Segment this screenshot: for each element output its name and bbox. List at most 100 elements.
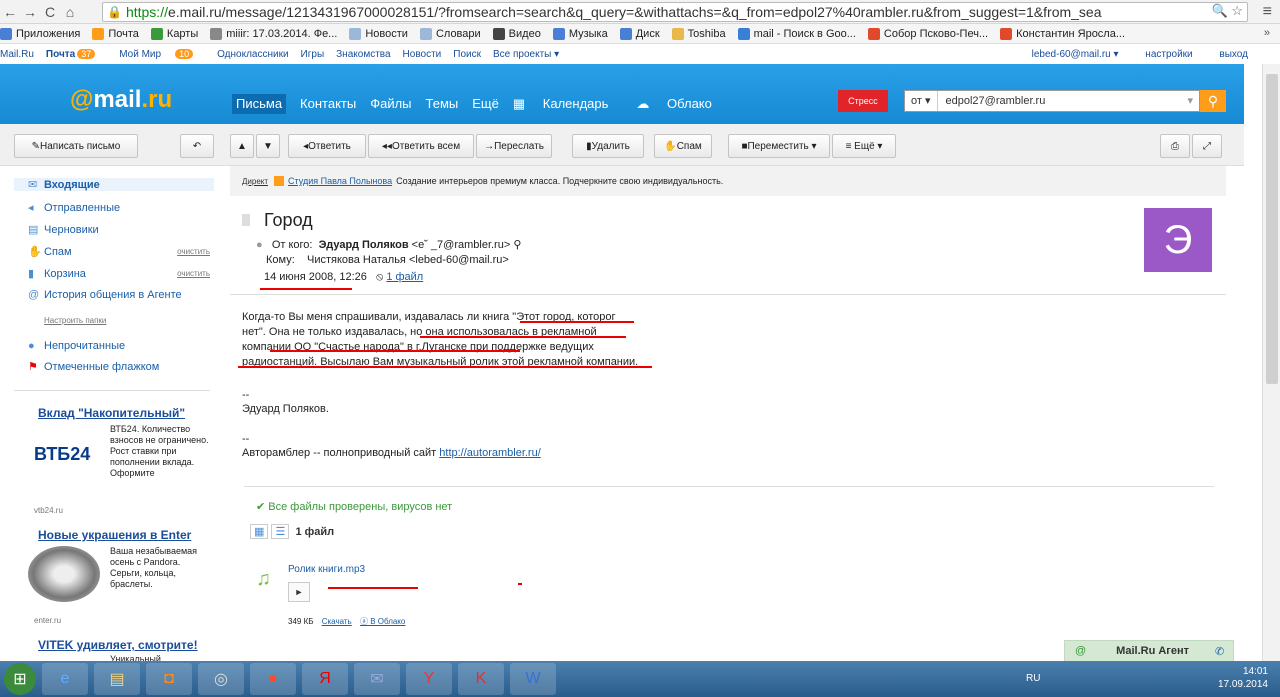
portal-pochta[interactable]: Почта 37: [46, 48, 107, 60]
reply-all-button[interactable]: ◂◂ Ответить всем: [368, 134, 474, 158]
clean-spam-link[interactable]: очистить: [177, 247, 210, 256]
bookmark-konstantin[interactable]: Константин Яросла...: [1000, 27, 1125, 40]
home-icon[interactable]: ⌂: [60, 4, 80, 20]
clean-trash-link[interactable]: очистить: [177, 269, 210, 278]
agent-widget[interactable]: @ Mail.Ru Агент ✆: [1064, 640, 1234, 662]
compose-button[interactable]: ✎ Написать письмо: [14, 134, 138, 158]
bookmark-google[interactable]: mail - Поиск в Goo...: [737, 27, 856, 40]
ie-taskbar-icon[interactable]: e: [42, 663, 88, 695]
ad-enter-title[interactable]: Новые украшения в Enter: [38, 528, 191, 542]
start-button[interactable]: ⊞: [4, 663, 36, 695]
reload-icon[interactable]: C: [40, 4, 60, 20]
attachment-file-name[interactable]: Ролик книги.mp3: [288, 564, 365, 575]
app-taskbar-icon[interactable]: ◎: [198, 663, 244, 695]
direct-label[interactable]: Директ: [242, 177, 268, 186]
menu-icon[interactable]: ≡: [1263, 3, 1272, 21]
portal-moi-mir[interactable]: Мой Мир 10: [119, 48, 205, 60]
folder-flagged[interactable]: ⚑ Отмеченные флажком: [28, 360, 216, 374]
setup-folders-link[interactable]: Настроить папки: [44, 316, 106, 325]
mailru-logo[interactable]: @mail.ru: [70, 86, 172, 114]
bookmark-disk[interactable]: Диск: [619, 27, 660, 40]
bookmark-muzyka[interactable]: Музыка: [552, 27, 608, 40]
bookmark-novosti[interactable]: Новости: [349, 27, 408, 40]
chrome-taskbar-icon[interactable]: ●: [250, 663, 296, 695]
vtb-logo[interactable]: ВТБ24: [34, 444, 90, 465]
portal-all-projects[interactable]: Все проекты ▾: [493, 49, 559, 60]
search-input[interactable]: от ▾ edpol27@rambler.ru ▾: [904, 90, 1200, 112]
portal-znakomstva[interactable]: Знакомства: [336, 49, 390, 60]
search-from-select[interactable]: от ▾: [905, 91, 938, 111]
search-dropdown-icon[interactable]: ▾: [1187, 94, 1193, 107]
bookmark-karty[interactable]: Карты: [150, 27, 198, 40]
nav-more[interactable]: Ещё: [472, 94, 499, 114]
print-button[interactable]: ⎙: [1160, 134, 1190, 158]
direct-link[interactable]: Студия Павла Полынова: [288, 176, 392, 186]
scrollbar-thumb[interactable]: [1266, 74, 1278, 384]
bookmark-miiir[interactable]: miiir: 17.03.2014. Фе...: [210, 27, 337, 40]
word-taskbar-icon[interactable]: W: [510, 663, 556, 695]
folder-spam[interactable]: ✋ Спам очистить: [28, 245, 216, 259]
stress-button[interactable]: Стресс: [838, 90, 888, 112]
address-bar[interactable]: 🔒 https://e.mail.ru/message/121343196700…: [102, 2, 1248, 22]
forward-icon[interactable]: →: [20, 4, 40, 20]
nav-files[interactable]: Файлы: [370, 94, 411, 114]
nav-contacts[interactable]: Контакты: [300, 94, 356, 114]
play-button[interactable]: ►: [288, 582, 310, 602]
logout-link[interactable]: выход: [1219, 49, 1248, 60]
kaspersky-taskbar-icon[interactable]: K: [458, 663, 504, 695]
search-button[interactable]: ⚲: [1200, 90, 1226, 112]
bookmark-pochta[interactable]: Почта: [92, 27, 139, 40]
portal-poisk[interactable]: Поиск: [453, 49, 481, 60]
ad-vitek-title[interactable]: VITEK удивляет, смотрите!: [38, 638, 198, 652]
ad-vtb-title[interactable]: Вклад "Накопительный": [38, 406, 185, 420]
search-sender-icon[interactable]: ⚲: [513, 239, 521, 251]
sender-email[interactable]: <e˘ _7@rambler.ru>: [412, 239, 511, 251]
portal-novosti[interactable]: Новости: [403, 49, 442, 60]
portal-mailru[interactable]: Mail.Ru: [0, 49, 34, 60]
prev-message-button[interactable]: ▲: [230, 134, 254, 158]
bookmark-apps[interactable]: Приложения: [0, 27, 80, 40]
folder-trash[interactable]: ▮ Корзина очистить: [28, 267, 216, 281]
folder-unread[interactable]: ● Непрочитанные: [28, 340, 216, 352]
nav-cloud[interactable]: ☁ Облако: [636, 94, 725, 114]
autorambler-link[interactable]: http://autorambler.ru/: [439, 447, 541, 459]
yandex-taskbar-icon[interactable]: Я: [302, 663, 348, 695]
recipient[interactable]: Чистякова Наталья <lebed-60@mail.ru>: [307, 254, 509, 266]
nav-calendar[interactable]: ▦ Календарь: [513, 94, 623, 114]
reply-button[interactable]: ◂ Ответить: [288, 134, 366, 158]
undo-button[interactable]: ↶: [180, 134, 214, 158]
explorer-taskbar-icon[interactable]: ▤: [94, 663, 140, 695]
cloud-save-link[interactable]: ⓐ В Облако: [360, 617, 405, 626]
portal-igry[interactable]: Игры: [301, 49, 325, 60]
expand-button[interactable]: ⤢: [1192, 134, 1222, 158]
system-clock[interactable]: 14:01 17.09.2014: [1218, 665, 1268, 691]
nav-themes[interactable]: Темы: [426, 94, 459, 114]
sender-name[interactable]: Эдуард Поляков: [319, 239, 409, 251]
page-scrollbar[interactable]: [1262, 64, 1280, 661]
user-menu[interactable]: lebed-60@mail.ru ▾: [1032, 49, 1119, 60]
download-link[interactable]: Скачать: [322, 617, 352, 626]
more-bookmarks-icon[interactable]: »: [1264, 27, 1270, 39]
mail-taskbar-icon[interactable]: ✉: [354, 663, 400, 695]
flag-placeholder-icon[interactable]: [242, 214, 250, 226]
portal-odnoklassniki[interactable]: Одноклассники: [217, 49, 288, 60]
settings-link[interactable]: настройки: [1145, 49, 1192, 60]
folder-drafts[interactable]: ▤ Черновики: [28, 223, 216, 237]
yandex-browser-taskbar-icon[interactable]: Y: [406, 663, 452, 695]
bookmark-slovari[interactable]: Словари: [419, 27, 481, 40]
search-value[interactable]: edpol27@rambler.ru: [938, 95, 1046, 107]
bookmark-video[interactable]: Видео: [492, 27, 541, 40]
spam-button[interactable]: ✋ Спам: [654, 134, 712, 158]
folder-inbox[interactable]: ✉ Входящие: [14, 178, 214, 191]
folder-sent[interactable]: ◂ Отправленные: [28, 201, 216, 215]
list-view-icon[interactable]: ☰: [271, 524, 290, 539]
phone-icon[interactable]: ✆: [1215, 645, 1224, 658]
grid-view-icon[interactable]: ▦: [250, 524, 269, 539]
media-taskbar-icon[interactable]: ◘: [146, 663, 192, 695]
move-button[interactable]: ■ Переместить ▾: [728, 134, 830, 158]
folder-agent-history[interactable]: @ История общения в Агенте: [28, 289, 216, 301]
more-button[interactable]: ≡ Ещё ▾: [832, 134, 896, 158]
next-message-button[interactable]: ▼: [256, 134, 280, 158]
music-file-icon[interactable]: ♫: [256, 568, 271, 591]
bookmark-toshiba[interactable]: Toshiba: [671, 27, 726, 40]
